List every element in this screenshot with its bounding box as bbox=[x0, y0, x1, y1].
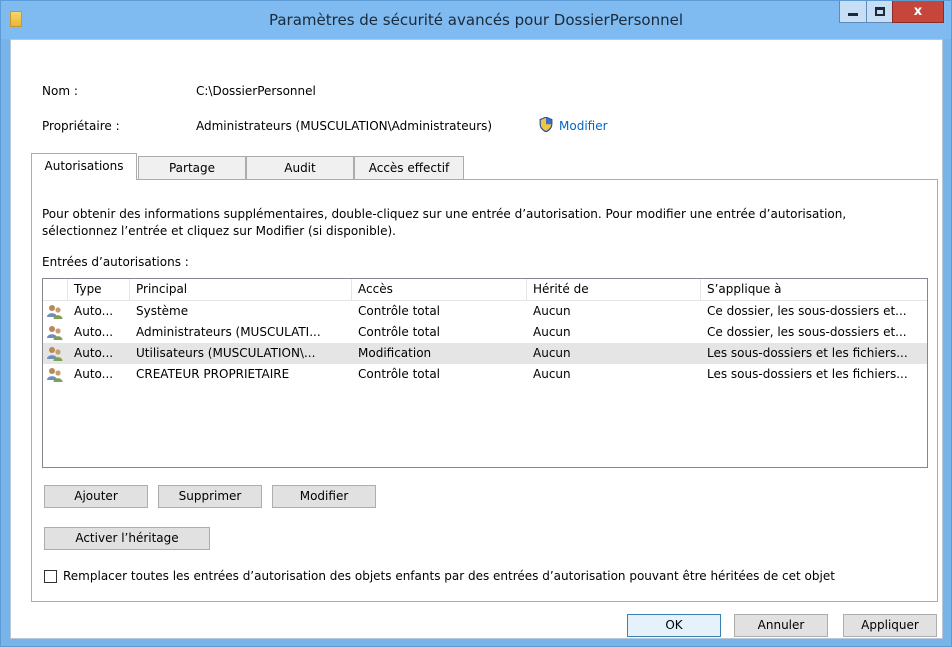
cell-access: Contrôle total bbox=[358, 367, 441, 381]
owner-label: Propriétaire : bbox=[42, 119, 120, 133]
name-label: Nom : bbox=[42, 84, 78, 98]
dialog-client-area: Nom : C:\DossierPersonnel Propriétaire :… bbox=[10, 39, 943, 639]
window-title: Paramètres de sécurité avancés pour Doss… bbox=[268, 11, 684, 29]
cell-applies-to: Ce dossier, les sous-dossiers et... bbox=[707, 304, 907, 318]
close-button[interactable]: x bbox=[892, 1, 944, 23]
users-icon bbox=[47, 305, 63, 319]
column-type[interactable]: Type bbox=[68, 279, 130, 301]
cell-applies-to: Les sous-dossiers et les fichiers... bbox=[707, 346, 908, 360]
replace-child-permissions-label[interactable]: Remplacer toutes les entrées d’autorisat… bbox=[63, 569, 835, 583]
tab-sharing[interactable]: Partage bbox=[138, 156, 246, 180]
cancel-button[interactable]: Annuler bbox=[734, 614, 828, 637]
column-inherited-from[interactable]: Hérité de bbox=[527, 279, 701, 301]
panel-description-line2: sélectionnez l’entrée et cliquez sur Mod… bbox=[42, 224, 396, 238]
cell-principal: CREATEUR PROPRIETAIRE bbox=[136, 367, 290, 381]
title-bar[interactable]: Paramètres de sécurité avancés pour Doss… bbox=[1, 1, 951, 39]
minimize-icon bbox=[848, 13, 858, 16]
change-owner-link[interactable]: Modifier bbox=[559, 119, 608, 133]
edit-button[interactable]: Modifier bbox=[272, 485, 376, 508]
cell-access: Modification bbox=[358, 346, 432, 360]
cell-type: Auto... bbox=[74, 304, 114, 318]
column-access[interactable]: Accès bbox=[352, 279, 527, 301]
cell-inherited-from: Aucun bbox=[533, 346, 571, 360]
name-value: C:\DossierPersonnel bbox=[196, 84, 316, 98]
close-icon: x bbox=[913, 4, 923, 19]
table-row[interactable]: Auto... Système Contrôle total Aucun Ce … bbox=[43, 301, 927, 322]
uac-shield-icon bbox=[539, 116, 553, 133]
entries-label: Entrées d’autorisations : bbox=[42, 255, 189, 269]
cell-access: Contrôle total bbox=[358, 304, 441, 318]
users-icon bbox=[47, 326, 63, 340]
column-icon bbox=[43, 279, 68, 301]
users-icon bbox=[47, 347, 63, 361]
panel-description-line1: Pour obtenir des informations supplément… bbox=[42, 207, 847, 221]
cell-principal: Administrateurs (MUSCULATI... bbox=[136, 325, 321, 339]
permission-entries-list[interactable]: Type Principal Accès Hérité de S’appliqu… bbox=[42, 278, 928, 468]
add-button[interactable]: Ajouter bbox=[44, 485, 148, 508]
users-icon bbox=[47, 368, 63, 382]
list-header: Type Principal Accès Hérité de S’appliqu… bbox=[43, 279, 927, 301]
tab-permissions[interactable]: Autorisations bbox=[31, 153, 137, 180]
table-row[interactable]: Auto... CREATEUR PROPRIETAIRE Contrôle t… bbox=[43, 364, 927, 385]
tab-effective-access[interactable]: Accès effectif bbox=[354, 156, 464, 180]
dialog-window: Paramètres de sécurité avancés pour Doss… bbox=[0, 0, 952, 647]
minimize-button[interactable] bbox=[839, 1, 867, 23]
cell-inherited-from: Aucun bbox=[533, 367, 571, 381]
cell-inherited-from: Aucun bbox=[533, 325, 571, 339]
column-applies-to[interactable]: S’applique à bbox=[701, 279, 927, 301]
cell-inherited-from: Aucun bbox=[533, 304, 571, 318]
enable-inheritance-button[interactable]: Activer l’héritage bbox=[44, 527, 210, 550]
ok-button[interactable]: OK bbox=[627, 614, 721, 637]
cell-principal: Système bbox=[136, 304, 189, 318]
table-row[interactable]: Auto... Administrateurs (MUSCULATI... Co… bbox=[43, 322, 927, 343]
cell-access: Contrôle total bbox=[358, 325, 441, 339]
cell-type: Auto... bbox=[74, 325, 114, 339]
cell-applies-to: Les sous-dossiers et les fichiers... bbox=[707, 367, 908, 381]
apply-button[interactable]: Appliquer bbox=[843, 614, 937, 637]
cell-type: Auto... bbox=[74, 346, 114, 360]
cell-principal: Utilisateurs (MUSCULATION\... bbox=[136, 346, 316, 360]
cell-type: Auto... bbox=[74, 367, 114, 381]
maximize-icon bbox=[874, 7, 885, 16]
owner-value: Administrateurs (MUSCULATION\Administrat… bbox=[196, 119, 493, 133]
remove-button[interactable]: Supprimer bbox=[158, 485, 262, 508]
cell-applies-to: Ce dossier, les sous-dossiers et... bbox=[707, 325, 907, 339]
tab-audit[interactable]: Audit bbox=[246, 156, 354, 180]
column-principal[interactable]: Principal bbox=[130, 279, 352, 301]
table-row[interactable]: Auto... Utilisateurs (MUSCULATION\... Mo… bbox=[43, 343, 927, 364]
maximize-button[interactable] bbox=[866, 1, 893, 23]
replace-child-permissions-checkbox[interactable] bbox=[44, 570, 57, 583]
